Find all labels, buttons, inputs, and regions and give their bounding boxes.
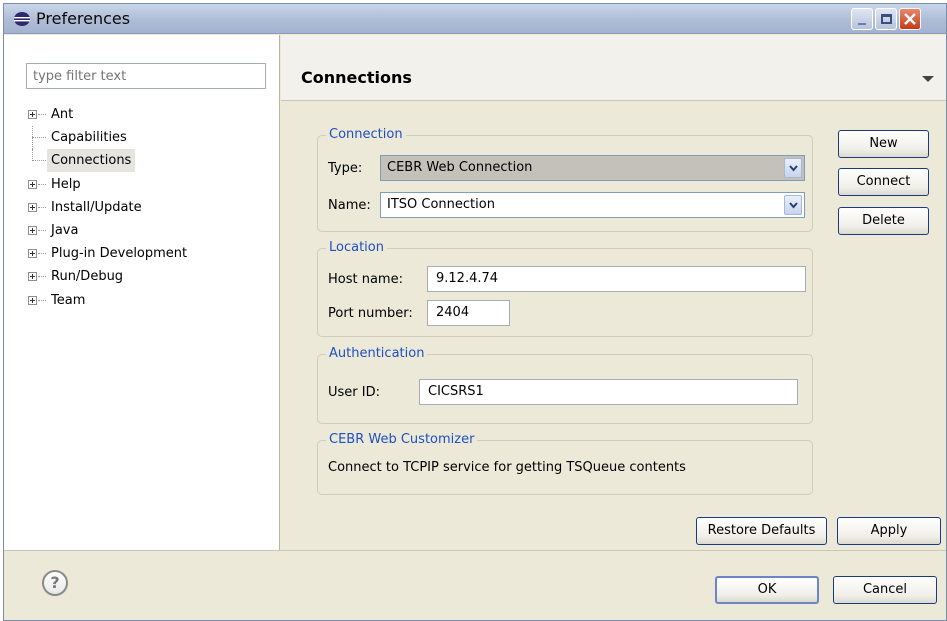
preferences-window: Preferences Ant Capabilities Connections <box>3 3 947 621</box>
expand-icon[interactable] <box>28 295 37 305</box>
customizer-group: CEBR Web Customizer Connect to TCPIP ser… <box>317 432 813 495</box>
host-name-label: Host name: <box>328 272 403 287</box>
view-menu-icon[interactable] <box>922 76 934 82</box>
tree-item-install-update[interactable]: Install/Update <box>26 196 271 219</box>
tree-item-label: Run/Debug <box>51 269 124 285</box>
connect-button[interactable]: Connect <box>838 168 929 196</box>
type-combo-value: CEBR Web Connection <box>387 160 533 175</box>
tree-item-run-debug[interactable]: Run/Debug <box>26 265 271 288</box>
page-title: Connections <box>301 68 412 87</box>
tree-item-capabilities[interactable]: Capabilities <box>26 126 271 150</box>
tree-item-label: Plug-in Development <box>51 246 188 262</box>
expand-icon[interactable] <box>28 179 37 189</box>
maximize-button[interactable] <box>875 8 897 30</box>
port-number-field[interactable]: 2404 <box>427 300 510 326</box>
group-title: Authentication <box>326 346 428 362</box>
user-id-label: User ID: <box>328 385 380 400</box>
help-icon[interactable]: ? <box>42 570 68 596</box>
group-title: Location <box>326 240 387 256</box>
restore-defaults-button[interactable]: Restore Defaults <box>696 517 827 545</box>
expand-icon[interactable] <box>28 249 37 259</box>
connection-group: Connection Type: CEBR Web Connection Nam… <box>317 127 813 232</box>
tree-item-connections[interactable]: Connections <box>26 149 271 173</box>
port-number-label: Port number: <box>328 306 413 321</box>
expand-icon[interactable] <box>28 272 37 282</box>
type-combo[interactable]: CEBR Web Connection <box>380 155 805 181</box>
tree-item-label: Java <box>51 222 79 238</box>
chevron-down-icon[interactable] <box>784 158 802 178</box>
authentication-group: Authentication User ID: CICSRS1 <box>317 346 813 424</box>
preference-tree-pane: Ant Capabilities Connections Help Instal… <box>4 35 280 550</box>
expand-icon[interactable] <box>28 202 37 212</box>
ok-button[interactable]: OK <box>715 576 819 604</box>
window-title: Preferences <box>36 9 131 28</box>
tree-item-java[interactable]: Java <box>26 219 271 242</box>
user-id-field[interactable]: CICSRS1 <box>419 379 798 405</box>
tree-item-ant[interactable]: Ant <box>26 103 271 126</box>
expand-icon[interactable] <box>28 110 37 119</box>
minimize-icon <box>858 23 866 25</box>
apply-button[interactable]: Apply <box>837 517 941 545</box>
customizer-description: Connect to TCPIP service for getting TSQ… <box>328 460 686 475</box>
close-button[interactable] <box>899 8 921 30</box>
minimize-button[interactable] <box>851 8 873 30</box>
tree-item-label: Install/Update <box>51 199 142 215</box>
maximize-icon <box>881 14 892 24</box>
tree-item-label: Team <box>51 292 86 308</box>
preference-tree: Ant Capabilities Connections Help Instal… <box>26 103 271 312</box>
location-group: Location Host name: 9.12.4.74 Port numbe… <box>317 240 813 337</box>
name-combo-value: ITSO Connection <box>387 197 495 212</box>
close-icon <box>904 13 916 25</box>
tree-item-label: Connections <box>47 149 136 173</box>
filter-input[interactable] <box>26 63 266 89</box>
new-button[interactable]: New <box>838 130 929 158</box>
tree-item-help[interactable]: Help <box>26 173 271 196</box>
delete-button[interactable]: Delete <box>838 207 929 235</box>
tree-item-plugin-development[interactable]: Plug-in Development <box>26 242 271 265</box>
name-label: Name: <box>328 198 371 213</box>
tree-item-label: Help <box>51 176 81 192</box>
type-label: Type: <box>328 161 363 176</box>
cancel-button[interactable]: Cancel <box>833 576 937 604</box>
footer-divider <box>4 550 946 551</box>
chevron-down-icon[interactable] <box>784 195 802 215</box>
expand-icon[interactable] <box>28 225 37 235</box>
title-bar[interactable]: Preferences <box>4 4 946 34</box>
tree-item-team[interactable]: Team <box>26 289 271 312</box>
group-title: CEBR Web Customizer <box>326 432 478 448</box>
tree-item-label: Capabilities <box>51 130 127 146</box>
group-title: Connection <box>326 127 406 143</box>
page-header: Connections <box>281 35 946 101</box>
tree-item-label: Ant <box>51 107 74 122</box>
host-name-field[interactable]: 9.12.4.74 <box>427 266 806 292</box>
name-combo[interactable]: ITSO Connection <box>380 192 805 218</box>
eclipse-icon <box>14 12 30 26</box>
